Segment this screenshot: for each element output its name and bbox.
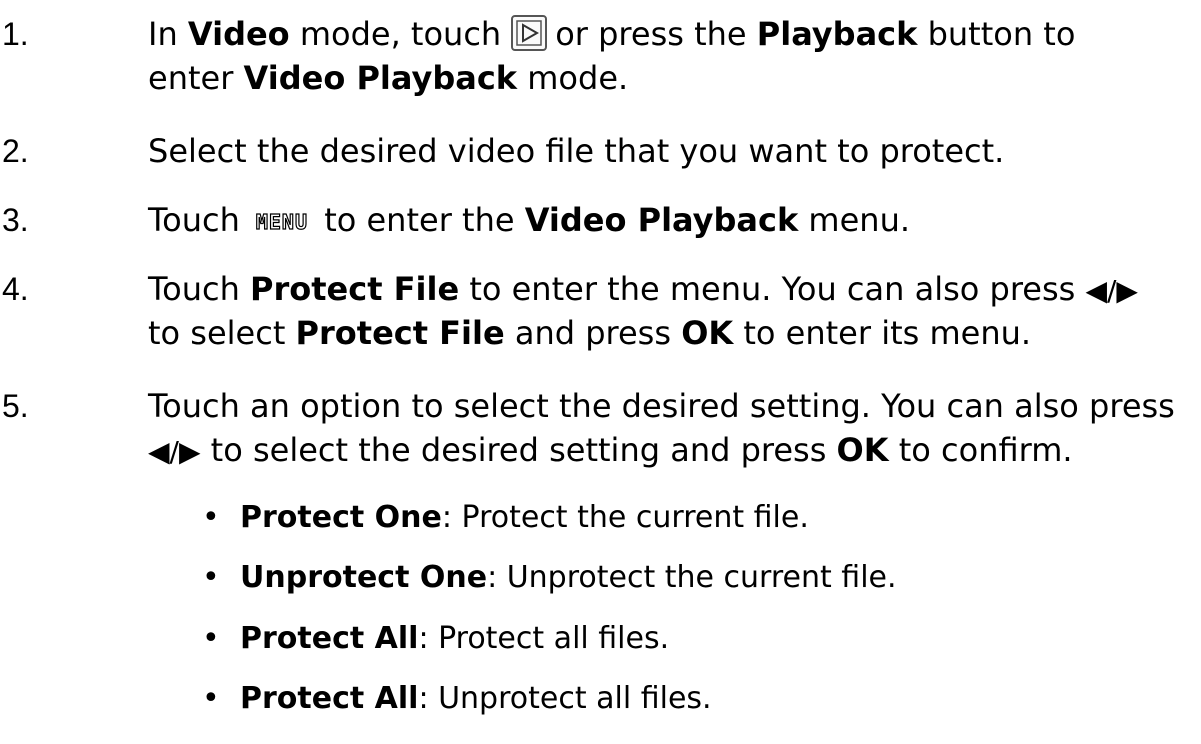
step-number: 2. [2, 133, 29, 169]
step-number: 1. [2, 16, 29, 52]
step-text: Touch an option to select the desired se… [148, 387, 1175, 425]
bullet-icon: • [202, 621, 220, 656]
left-right-arrows-icon: ◀/▶ [148, 435, 201, 468]
step-text: In Video mode, touch or press the Playbac… [148, 15, 1076, 53]
step-number: 4. [2, 271, 29, 307]
step-number: 5. [2, 388, 29, 424]
bullet-icon: • [202, 560, 220, 595]
bullet-icon: • [202, 500, 220, 535]
step-text: Touch Protect File to enter the menu. Yo… [148, 270, 1138, 308]
playback-icon [511, 15, 548, 51]
step-text: Select the desired video file that you w… [148, 132, 1005, 170]
menu-icon: MENU [255, 210, 309, 234]
left-right-arrows-icon: ◀/▶ [1085, 274, 1138, 307]
bullet-icon: • [202, 681, 220, 716]
step-text: Touch MENU to enter the Video Playback me… [148, 201, 911, 239]
step-number: 3. [2, 202, 29, 238]
manual-page: 1. In Video mode, touch or press the Play… [0, 0, 1201, 744]
